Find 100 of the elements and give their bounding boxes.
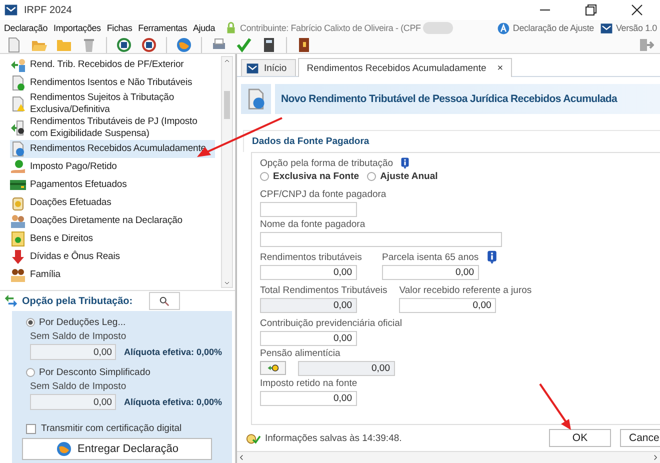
section-title: Dados da Fonte Pagadora (243, 130, 660, 152)
money-folder-icon (10, 231, 26, 247)
field-label: Nome da fonte pagadora (260, 218, 366, 230)
family-icon (10, 267, 26, 283)
card-icon (10, 177, 26, 193)
submit-button[interactable]: Entregar Declaração (22, 438, 212, 460)
down-arrow-icon (10, 249, 26, 265)
field-label: Rendimentos tributáveis (260, 252, 362, 262)
field-label: Contribuição previdenciária oficial (260, 318, 402, 328)
input-field[interactable]: 0,00 (382, 265, 479, 280)
trash-icon[interactable] (81, 36, 97, 52)
person-arrow-icon (10, 57, 26, 73)
document-warning-icon (10, 96, 26, 112)
sidebar-item[interactable]: Rendimentos Isentos e Não Tributáveis (10, 74, 215, 92)
add-button[interactable] (260, 361, 286, 375)
field-label: Valor recebido referente a juros (399, 284, 532, 296)
people-icon (10, 213, 26, 229)
menu-item[interactable]: Importações (54, 23, 101, 33)
dialog-button[interactable]: OK (549, 429, 611, 447)
form-title: Novo Rendimento Tributável de Pessoa Jurídica Recebidos Acumulada (275, 84, 660, 114)
clock-check-icon (245, 431, 261, 445)
annotation-arrow (539, 383, 571, 430)
globe-icon (56, 441, 72, 457)
menu-item[interactable]: Fichas (106, 23, 132, 33)
search-button[interactable] (148, 292, 180, 310)
field-label: Parcela isenta 65 anos (382, 252, 479, 262)
scrollbar-thumb[interactable] (224, 91, 230, 119)
input-field[interactable]: 0,00 (260, 265, 357, 280)
horizontal-scrollbar[interactable] (237, 451, 660, 463)
panel-title: Opção pela Tributação: (22, 296, 133, 306)
sidebar-item[interactable]: Doações Efetuadas (10, 194, 215, 212)
field-label: Pensão alimentícia (260, 348, 340, 358)
menu-item[interactable]: Ajuda (193, 23, 216, 33)
sidebar-item[interactable]: Rendimentos Recebidos Acumuladamente (10, 140, 215, 158)
dialog-button[interactable]: Cance (620, 429, 660, 447)
sidebar-item[interactable]: Doações Diretamente na Declaração (10, 212, 215, 230)
field-label: Opção pela forma de tributação (260, 158, 394, 168)
tab[interactable]: Início (241, 59, 296, 76)
sidebar-item[interactable]: Pagamentos Efetuados (10, 176, 215, 194)
search-icon (158, 296, 170, 306)
readonly-field: 0,00 (260, 298, 357, 313)
declaration-type-label: Declaração de Ajuste (512, 23, 594, 33)
calculator-icon[interactable] (261, 36, 277, 52)
lock-icon (225, 22, 238, 34)
input-field[interactable]: 0,00 (260, 391, 357, 406)
app-logo-icon (246, 62, 259, 74)
sidebar-item[interactable]: Bens e Direitos (10, 230, 215, 248)
menu-item[interactable]: Ferramentas (138, 23, 187, 33)
field-label: Imposto retido na fonte (260, 378, 358, 388)
sidebar-item[interactable]: Rendimentos Sujeitos à Tributação Exclusiva/Definitiva (10, 92, 215, 116)
radio-option[interactable]: Ajuste Anual (367, 171, 438, 182)
exit-door-icon[interactable] (638, 36, 654, 52)
checkbox-option[interactable]: Transmitir com certificação digital (26, 423, 182, 434)
hand-coin-icon (10, 159, 26, 175)
input-field[interactable] (260, 232, 502, 247)
effective-rate-label: Alíquota efetiva: 0,00% (124, 347, 222, 357)
redacted-block (422, 22, 453, 34)
tab-close-button[interactable]: × (497, 62, 504, 74)
field-label: CPF/CNPJ da fonte pagadora (260, 188, 386, 200)
globe-icon[interactable] (176, 36, 192, 52)
info-icon (399, 157, 412, 169)
sidebar-item[interactable]: Imposto Pago/Retido (10, 158, 215, 176)
sidebar-item[interactable]: Dívidas e Ônus Reais (10, 248, 215, 266)
document-person-icon (10, 120, 26, 136)
restore-icon[interactable] (583, 2, 599, 18)
amount-field: 0,00 (30, 344, 116, 360)
contributor-label: Contribuinte: Fabrício Calixto de Oliveira - (CPF (240, 23, 421, 33)
scrollbar[interactable] (221, 56, 233, 288)
amount-field: 0,00 (30, 394, 116, 410)
scroll-up-icon[interactable] (223, 57, 231, 65)
radio-option[interactable]: Por Desconto Simplificado (26, 366, 150, 379)
input-field[interactable] (260, 202, 357, 217)
swap-arrows-icon (4, 294, 18, 308)
coin-jar-icon (10, 195, 26, 211)
readonly-field: 0,00 (298, 361, 395, 376)
menu-item[interactable]: Declaração (4, 23, 48, 33)
version-label: Versão 1.0 (616, 23, 657, 33)
option-caption: Sem Saldo de Imposto (30, 381, 126, 392)
option-caption: Sem Saldo de Imposto (30, 331, 126, 342)
coin-arrow-icon (266, 362, 280, 374)
radio-button[interactable] (26, 368, 35, 377)
close-icon[interactable] (629, 2, 645, 18)
document-globe-icon (10, 141, 26, 157)
sidebar-item[interactable]: Rend. Trib. Recebidos de PF/Exterior (10, 56, 215, 74)
sidebar-item[interactable]: Rendimentos Tributáveis de PJ (Imposto com Exigibilidade Suspensa) (10, 116, 215, 140)
radio-button[interactable] (367, 172, 376, 181)
input-field[interactable]: 0,00 (260, 331, 357, 346)
status-message: Informações salvas às 14:39:48. (265, 432, 403, 444)
input-field[interactable]: 0,00 (399, 298, 496, 313)
checkbox[interactable] (26, 424, 36, 434)
radio-button[interactable] (260, 172, 269, 181)
radio-option[interactable]: Exclusiva na Fonte (260, 171, 360, 182)
tab[interactable]: Rendimentos Recebidos Acumuladamente × (298, 58, 512, 77)
radio-button[interactable] (26, 318, 35, 327)
scroll-down-icon[interactable] (223, 279, 231, 287)
window-title: IRPF 2024 (24, 4, 73, 16)
checkmark-icon[interactable] (236, 36, 252, 52)
radio-option[interactable]: Por Deduções Leg... (26, 316, 126, 329)
effective-rate-label: Alíquota efetiva: 0,00% (124, 397, 222, 407)
sidebar-item[interactable]: Família (10, 266, 215, 284)
